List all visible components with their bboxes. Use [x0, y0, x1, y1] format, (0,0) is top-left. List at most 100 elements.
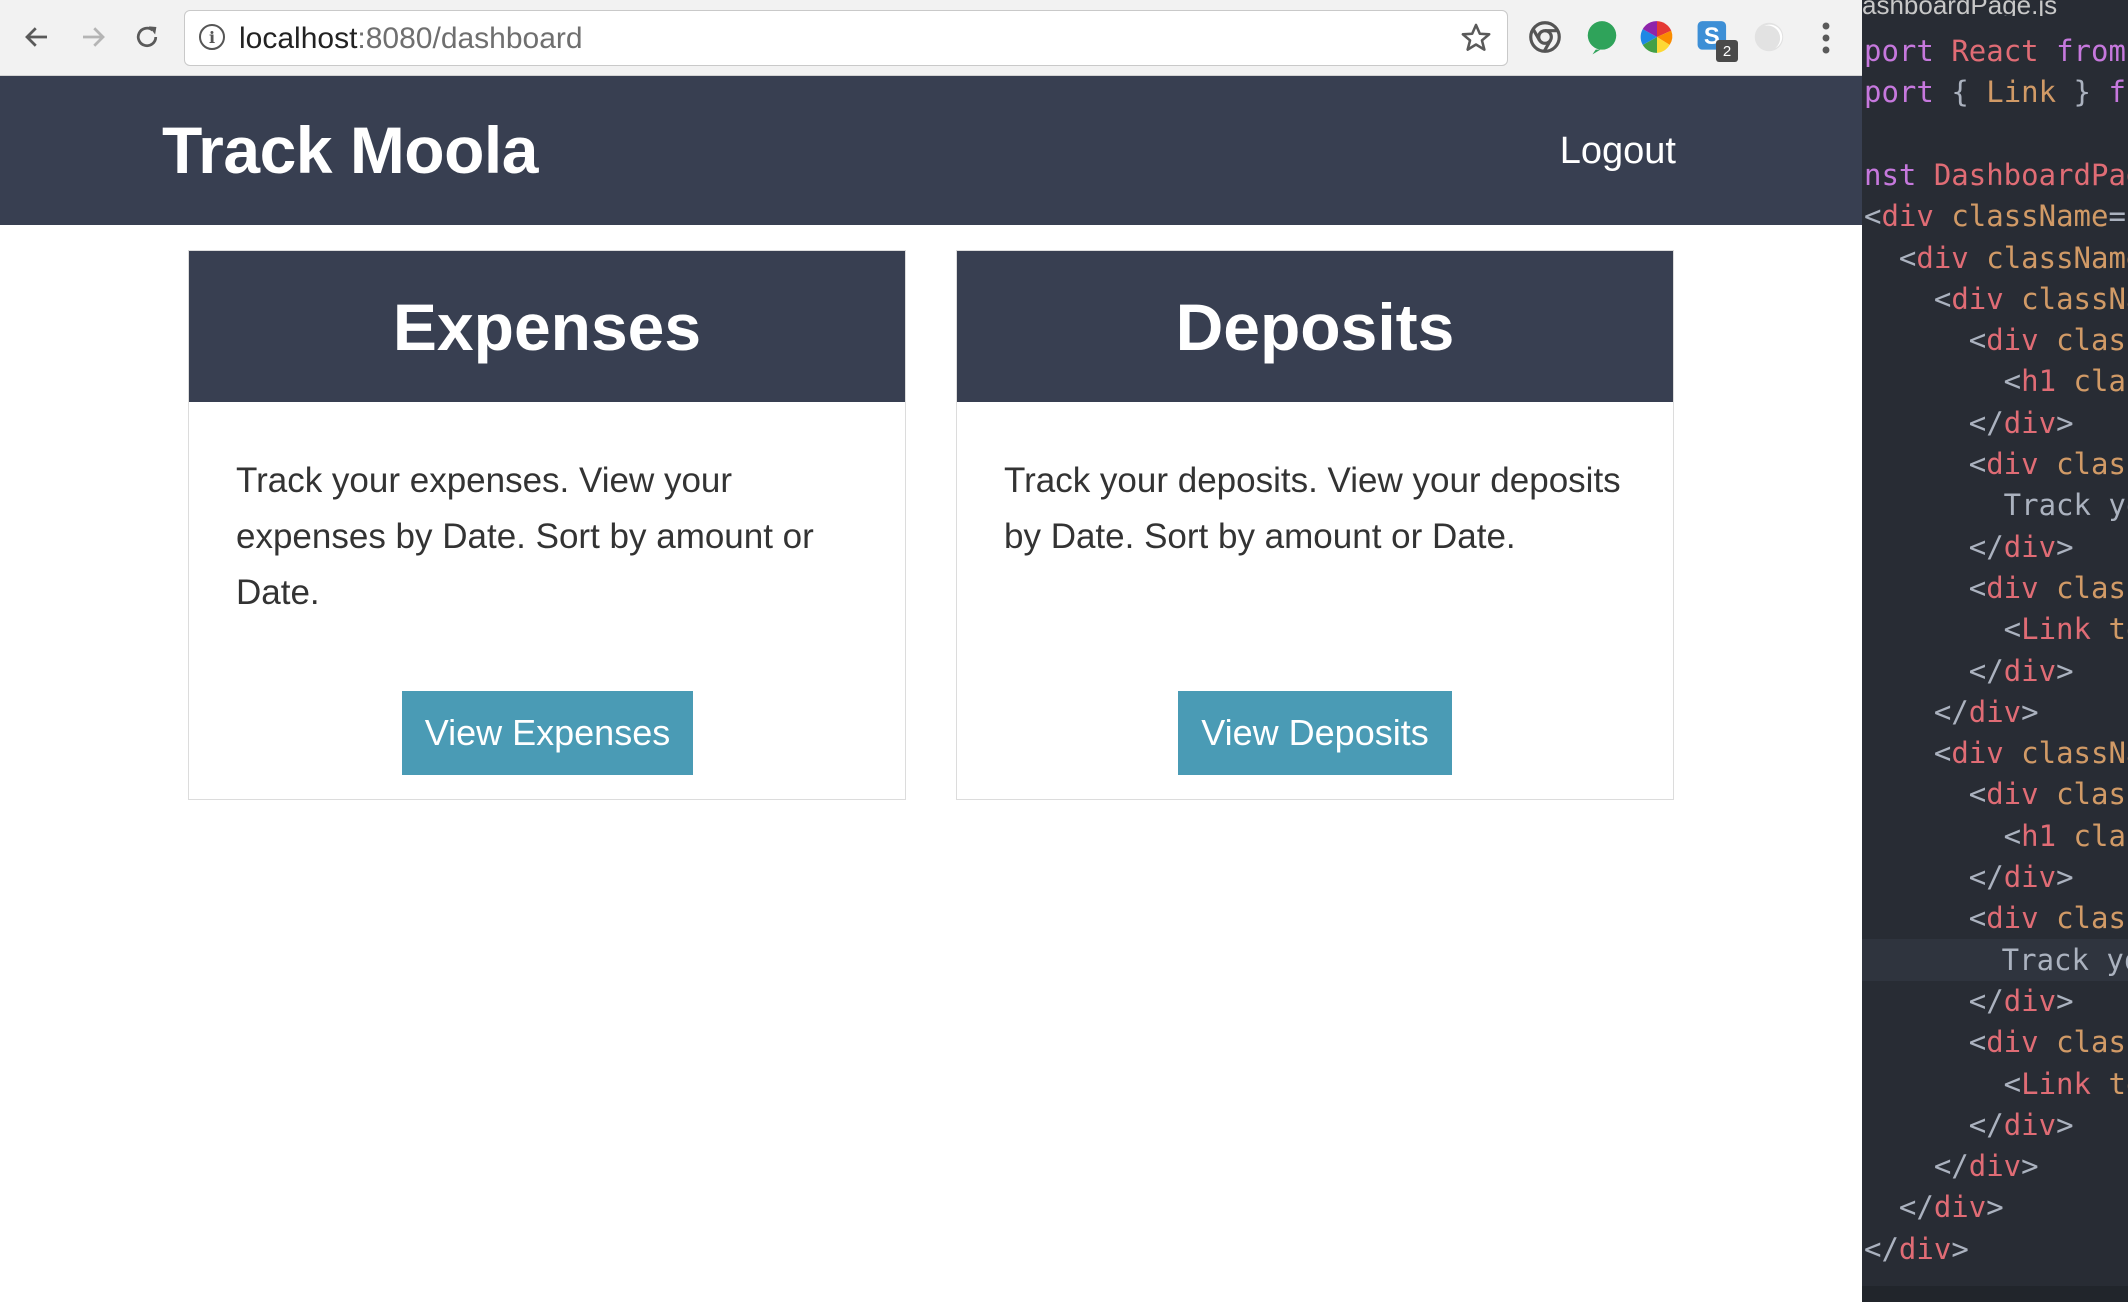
- code-token: div: [2003, 1107, 2057, 1142]
- code-token: </: [1864, 860, 2004, 894]
- bookmark-star-icon[interactable]: [1459, 21, 1493, 55]
- back-button[interactable]: [16, 16, 58, 58]
- code-line: </div>: [1864, 650, 2074, 692]
- code-line: <div className=": [1864, 195, 2128, 237]
- code-line: </div>: [1864, 1145, 2039, 1187]
- code-token: >: [2021, 694, 2039, 729]
- code-line: </div>: [1864, 1186, 2004, 1228]
- reload-icon: [136, 26, 158, 48]
- code-line: port React from: [1864, 30, 2126, 72]
- code-token: div: [1898, 1231, 1952, 1266]
- card-header: Expenses: [189, 251, 905, 402]
- s-extension-icon[interactable]: S 2: [1696, 18, 1738, 62]
- code-token: >: [2056, 860, 2074, 894]
- code-token: div: [2003, 653, 2057, 688]
- code-token: >: [1951, 1231, 1969, 1266]
- code-token: <: [1864, 570, 1987, 605]
- code-line: <div class: [1864, 773, 2128, 815]
- code-line: </div>: [1864, 856, 2074, 898]
- code-token: h1: [2021, 364, 2074, 399]
- code-token: div: [1951, 281, 2022, 316]
- code-line: <div classNa: [1864, 732, 2128, 774]
- code-token: div: [2003, 860, 2057, 894]
- code-token: classNa: [2021, 281, 2128, 316]
- code-token: <: [1864, 777, 1987, 812]
- editor-scrollbar[interactable]: [1862, 1286, 2128, 1302]
- code-line: <div className: [1864, 237, 2128, 279]
- code-token: div: [1986, 1025, 2057, 1060]
- code-token: div: [2003, 983, 2057, 1018]
- green-leaf-icon[interactable]: [1583, 18, 1621, 56]
- code-token: {: [1951, 75, 1987, 110]
- code-token: <: [1864, 612, 2022, 647]
- code-line: Track yo: [1864, 484, 2128, 526]
- code-token: <: [1864, 364, 2022, 399]
- browser-toolbar: i localhost:8080/dashboard S 2: [0, 0, 1862, 76]
- code-token: <: [1864, 736, 1952, 771]
- code-line: <div classNa: [1864, 278, 2128, 320]
- code-token: class: [2056, 570, 2128, 605]
- code-token: <: [1864, 1066, 2022, 1101]
- code-line: </div>: [1864, 402, 2074, 444]
- code-token: >: [2056, 405, 2074, 440]
- code-editor[interactable]: ashboardPage.js port React from port { Li…: [1862, 0, 2128, 1302]
- code-token: className: [1986, 240, 2128, 275]
- code-token: Link: [1986, 75, 2057, 110]
- code-token: DashboardPag: [1933, 157, 2128, 192]
- card-description: Track your expenses. View your expenses …: [236, 461, 814, 612]
- code-line: <div class: [1864, 897, 2128, 939]
- code-line: <h1 clas: [1864, 360, 2128, 402]
- code-line: <div class: [1864, 319, 2128, 361]
- browser-window: i localhost:8080/dashboard S 2 Track Moo…: [0, 0, 1862, 1302]
- code-token: Track yo: [1864, 488, 2128, 523]
- code-token: <: [1864, 818, 2022, 853]
- deposits-card: Deposits Track your deposits. View your …: [956, 250, 1674, 800]
- code-line: <div class: [1864, 1021, 2128, 1063]
- code-token: >: [2021, 1149, 2039, 1184]
- code-token: </: [1864, 405, 2004, 440]
- info-icon[interactable]: i: [199, 24, 225, 50]
- code-token: React: [1951, 34, 2057, 68]
- code-line: <h1 clas: [1864, 815, 2128, 857]
- code-token: div: [1968, 694, 2022, 729]
- brand-title[interactable]: Track Moola: [162, 112, 538, 188]
- code-token: >: [2056, 983, 2074, 1018]
- code-token: div: [1986, 570, 2057, 605]
- code-token: div: [1951, 736, 2022, 771]
- color-wheel-icon[interactable]: [1638, 18, 1676, 56]
- code-token: <: [1864, 240, 1917, 275]
- more-menu-icon[interactable]: [1814, 20, 1838, 56]
- view-expenses-button[interactable]: View Expenses: [402, 691, 693, 775]
- card-header: Deposits: [957, 251, 1673, 402]
- arrow-right-icon: [83, 27, 105, 47]
- code-token: div: [2003, 529, 2057, 564]
- faded-extension-icon[interactable]: [1750, 18, 1788, 56]
- code-token: <: [1864, 281, 1952, 316]
- code-token: Track yo: [1862, 942, 2128, 977]
- code-line: </div>: [1864, 1104, 2074, 1146]
- code-token: </: [1864, 1149, 1969, 1184]
- address-bar[interactable]: i localhost:8080/dashboard: [184, 10, 1508, 66]
- code-token: class: [2056, 777, 2128, 812]
- code-token: div: [1881, 199, 1952, 234]
- editor-tab-title[interactable]: ashboardPage.js: [1862, 0, 2128, 16]
- card-title: Expenses: [392, 289, 702, 364]
- code-token: to: [2108, 612, 2128, 647]
- chrome-circle-icon[interactable]: [1526, 18, 1564, 56]
- code-token: </: [1864, 1190, 1934, 1225]
- url-host: localhost: [239, 22, 358, 55]
- code-token: fr: [2108, 75, 2128, 110]
- forward-button[interactable]: [72, 16, 114, 58]
- view-deposits-button[interactable]: View Deposits: [1178, 691, 1452, 775]
- code-line: </div>: [1864, 1228, 1969, 1270]
- code-line: <div class: [1864, 443, 2128, 485]
- code-token: div: [1986, 901, 2057, 936]
- code-token: >: [2056, 1107, 2074, 1142]
- code-token: </: [1864, 529, 2004, 564]
- reload-button[interactable]: [126, 16, 168, 58]
- code-token: div: [1916, 240, 1987, 275]
- code-token: </: [1864, 1107, 2004, 1142]
- url-text: localhost:8080/dashboard: [239, 22, 583, 56]
- logout-button[interactable]: Logout: [1560, 130, 1676, 173]
- code-line: </div>: [1864, 691, 2039, 733]
